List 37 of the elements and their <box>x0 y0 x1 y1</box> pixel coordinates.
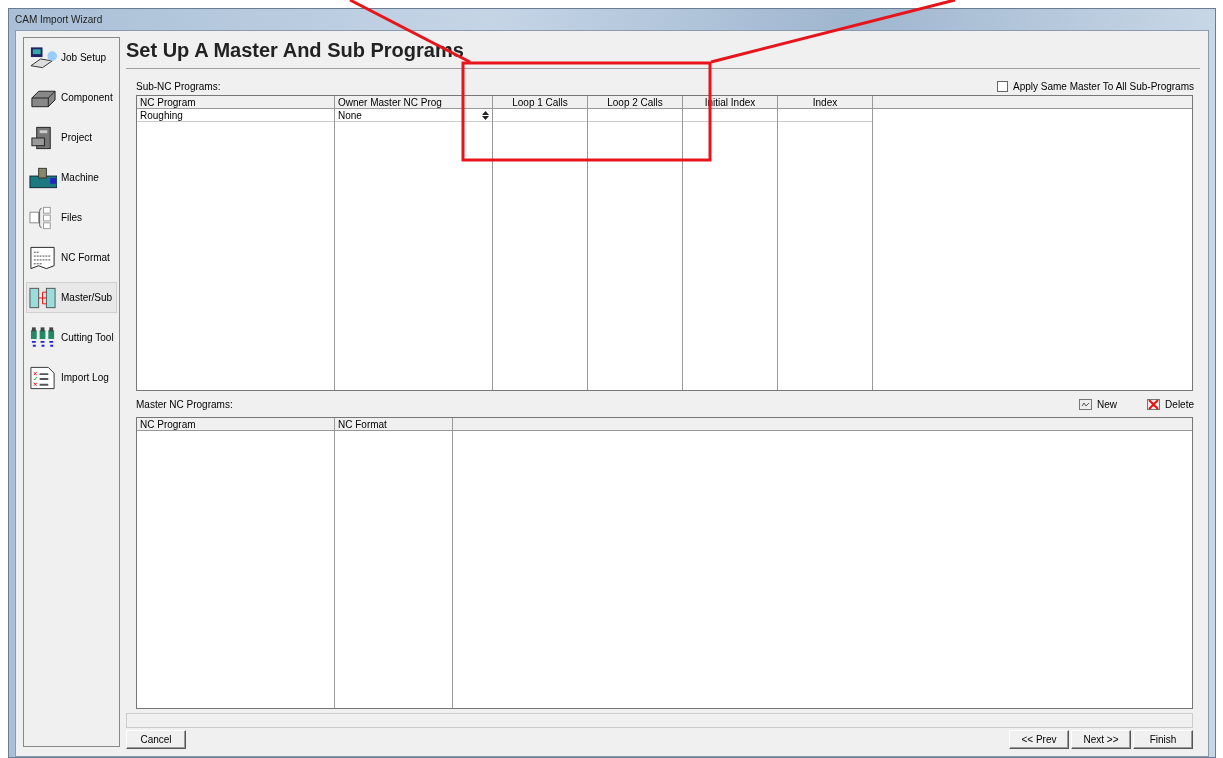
prev-button[interactable]: << Prev <box>1009 730 1069 749</box>
sidebar-item[interactable]: Files <box>26 202 117 233</box>
machine-icon <box>29 165 57 190</box>
column-header[interactable]: NC Format <box>335 418 452 431</box>
spinner-icon[interactable] <box>482 110 489 120</box>
checklist-icon <box>29 365 57 390</box>
document-icon <box>29 245 57 270</box>
delete-button[interactable]: Delete <box>1147 398 1194 410</box>
column-header[interactable]: NC Program <box>137 418 334 431</box>
new-button[interactable]: New <box>1079 398 1118 410</box>
dropdown[interactable]: None <box>335 109 492 122</box>
sidebar-item[interactable]: NC Format <box>26 242 117 273</box>
column-header[interactable]: Loop 2 Calls <box>588 96 682 109</box>
sidebar-item[interactable]: Import Log <box>26 362 117 393</box>
sidebar-item[interactable]: Master/Sub <box>26 282 117 313</box>
section-label: Sub-NC Programs: <box>136 80 221 92</box>
column-header[interactable]: Owner Master NC Prog <box>335 96 492 109</box>
column-header[interactable]: NC Program <box>137 96 334 109</box>
section-label: Master NC Programs: <box>136 398 233 410</box>
delete-icon <box>1147 398 1161 410</box>
window-title: CAM Import Wizard <box>14 13 104 27</box>
column-header[interactable]: Loop 1 Calls <box>493 96 587 109</box>
table-cell: Roughing <box>137 109 334 122</box>
tools-icon <box>29 325 57 350</box>
linked-pages-icon <box>29 285 57 310</box>
document-icon <box>1079 398 1093 410</box>
computer-icon <box>29 45 57 70</box>
sidebar-item[interactable]: Cutting Tool <box>26 322 117 353</box>
sidebar-item[interactable]: Component <box>26 82 117 113</box>
apply-same-master-checkbox[interactable]: Apply Same Master To All Sub-Programs <box>997 80 1194 92</box>
sidebar-item[interactable]: Project <box>26 122 117 153</box>
sidebar-item[interactable]: Machine <box>26 162 117 193</box>
finish-button[interactable]: Finish <box>1133 730 1193 749</box>
next-button[interactable]: Next >> <box>1071 730 1131 749</box>
cancel-button[interactable]: Cancel <box>126 730 186 749</box>
column-header[interactable]: Index <box>778 96 872 109</box>
sidebar-item[interactable]: Job Setup <box>26 42 117 73</box>
